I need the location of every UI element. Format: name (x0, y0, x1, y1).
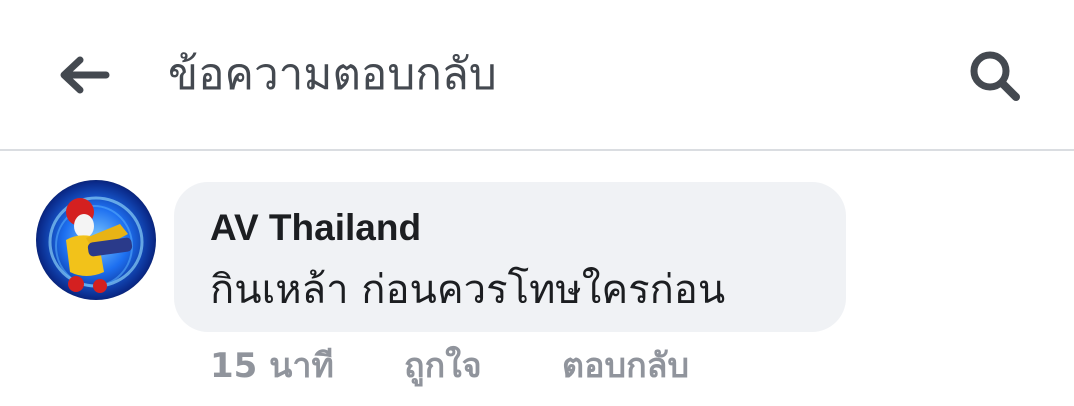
comment-timestamp[interactable]: 15 นาที (210, 340, 334, 392)
search-button[interactable] (960, 44, 1032, 108)
comment-bubble: AV Thailand กินเหล้า ก่อนควรโทษใครก่อน (174, 182, 846, 332)
reply-button[interactable]: ตอบกลับ (562, 340, 689, 392)
like-button[interactable]: ถูกใจ (404, 340, 482, 392)
user-avatar[interactable] (36, 180, 156, 300)
comment-author[interactable]: AV Thailand (210, 202, 421, 254)
comment-text: กินเหล้า ก่อนควรโทษใครก่อน (210, 267, 726, 313)
top-app-bar: ข้อความตอบกลับ (0, 0, 1074, 150)
header-divider (0, 149, 1074, 151)
avatar-image (36, 180, 156, 300)
arrow-left-icon (60, 56, 110, 94)
search-icon (970, 51, 1020, 101)
page-title: ข้อความตอบกลับ (168, 49, 497, 100)
back-button[interactable] (56, 50, 112, 100)
